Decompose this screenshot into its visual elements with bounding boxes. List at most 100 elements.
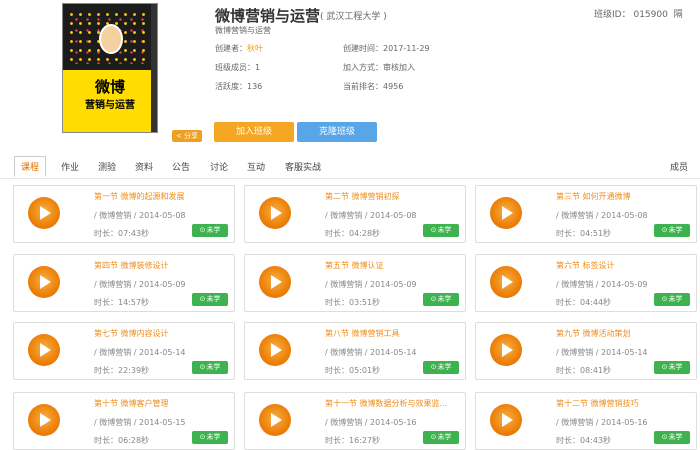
lesson-title[interactable]: 第八节 微博营销工具 [325, 328, 400, 339]
video-play-icon[interactable] [490, 334, 522, 366]
unlearned-badge[interactable]: ⊙未学 [192, 293, 228, 306]
video-play-icon[interactable] [259, 404, 291, 436]
tab-announcements[interactable]: 公告 [172, 160, 190, 173]
play-circle-icon: ⊙ [661, 363, 668, 371]
creator-link[interactable]: 秋叶 [247, 44, 263, 53]
play-circle-icon: ⊙ [199, 433, 206, 441]
lesson-card[interactable]: 第四节 微博装修设计 / 微博营销 / 2014-05-09 时长：14:57秒 ⊙未… [13, 254, 235, 312]
lesson-duration: 时长：22:39秒 [94, 366, 150, 375]
activity-level: 活跃度：136 [215, 82, 263, 91]
lesson-title[interactable]: 第四节 微博装修设计 [94, 260, 169, 271]
lesson-title[interactable]: 第三节 如何开通微博 [556, 191, 631, 202]
lesson-title[interactable]: 第二节 微博营销初探 [325, 191, 400, 202]
play-circle-icon: ⊙ [199, 363, 206, 371]
video-play-icon[interactable] [490, 197, 522, 229]
play-circle-icon: ⊙ [661, 295, 668, 303]
video-play-icon[interactable] [490, 404, 522, 436]
lesson-title[interactable]: 第十节 微博客户管理 [94, 398, 169, 409]
lesson-title[interactable]: 第九节 微博活动策划 [556, 328, 631, 339]
lesson-title[interactable]: 第十二节 微博营销技巧 [556, 398, 639, 409]
lesson-card[interactable]: 第三节 如何开通微博 / 微博营销 / 2014-05-08 时长：04:51秒 ⊙未… [475, 185, 697, 243]
lesson-category-date: / 微博营销 / 2014-05-09 [94, 280, 186, 289]
video-play-icon[interactable] [28, 404, 60, 436]
class-id: 班级ID： 015900 隔 [594, 10, 683, 20]
play-circle-icon: ⊙ [430, 226, 437, 234]
lesson-duration: 时长：16:27秒 [325, 436, 381, 445]
lesson-category-date: / 微博营销 / 2014-05-16 [325, 418, 417, 427]
play-circle-icon: ⊙ [661, 433, 668, 441]
tab-members[interactable]: 成员 [670, 160, 688, 173]
lesson-title[interactable]: 第六节 标签设计 [556, 260, 615, 271]
lesson-title[interactable]: 第十一节 微博数据分析与效果监... [325, 398, 447, 409]
unlearned-badge[interactable]: ⊙未学 [423, 293, 459, 306]
course-description: 微博营销与运营 [215, 26, 271, 35]
unlearned-badge[interactable]: ⊙未学 [423, 224, 459, 237]
created-time: 创建时间：2017-11-29 [343, 44, 430, 53]
lesson-title[interactable]: 第一节 微博的起源和发展 [94, 191, 185, 202]
lesson-card[interactable]: 第二节 微博营销初探 / 微博营销 / 2014-05-08 时长：04:28秒 ⊙未… [244, 185, 466, 243]
lesson-title[interactable]: 第五节 微博认证 [325, 260, 384, 271]
lesson-category-date: / 微博营销 / 2014-05-08 [556, 211, 648, 220]
tab-interaction[interactable]: 互动 [247, 160, 265, 173]
tab-customer-service[interactable]: 客服实战 [285, 160, 321, 173]
play-circle-icon: ⊙ [430, 433, 437, 441]
lesson-duration: 时长：04:51秒 [556, 229, 612, 238]
play-circle-icon: ⊙ [430, 363, 437, 371]
tab-homework[interactable]: 作业 [61, 160, 79, 173]
tab-quiz[interactable]: 测验 [98, 160, 116, 173]
video-play-icon[interactable] [28, 197, 60, 229]
video-play-icon[interactable] [259, 197, 291, 229]
play-circle-icon: ⊙ [430, 295, 437, 303]
lesson-card[interactable]: 第九节 微博活动策划 / 微博营销 / 2014-05-14 时长：08:41秒 ⊙未… [475, 322, 697, 380]
course-tabs: 课程 作业 测验 资料 公告 讨论 互动 客服实战 成员 [0, 153, 700, 179]
current-rank: 当前排名：4956 [343, 82, 404, 91]
class-members-count: 班级成员：1 [215, 63, 261, 72]
tab-discussion[interactable]: 讨论 [210, 160, 228, 173]
tab-materials[interactable]: 资料 [135, 160, 153, 173]
share-icon: < [175, 132, 182, 140]
course-cover-image: 微博 营销与运营 [62, 3, 158, 133]
unlearned-badge[interactable]: ⊙未学 [192, 431, 228, 444]
lesson-category-date: / 微博营销 / 2014-05-08 [325, 211, 417, 220]
cover-subtitle: 营销与运营 [85, 100, 135, 111]
join-class-button[interactable]: 加入班级 [214, 122, 294, 142]
lesson-category-date: / 微博营销 / 2014-05-09 [325, 280, 417, 289]
tab-courses[interactable]: 课程 [14, 156, 47, 177]
lesson-duration: 时长：06:28秒 [94, 436, 150, 445]
unlearned-badge[interactable]: ⊙未学 [423, 431, 459, 444]
join-mode: 加入方式：审核加入 [343, 63, 415, 72]
lesson-card[interactable]: 第一节 微博的起源和发展 / 微博营销 / 2014-05-08 时长：07:43秒… [13, 185, 235, 243]
video-play-icon[interactable] [28, 334, 60, 366]
lesson-card[interactable]: 第八节 微博营销工具 / 微博营销 / 2014-05-14 时长：05:01秒 ⊙未… [244, 322, 466, 380]
lesson-duration: 时长：04:28秒 [325, 229, 381, 238]
unlearned-badge[interactable]: ⊙未学 [192, 361, 228, 374]
course-title: 微博营销与运营 [215, 7, 321, 25]
lesson-card[interactable]: 第十二节 微博营销技巧 / 微博营销 / 2014-05-16 时长：04:43秒 ⊙… [475, 392, 697, 450]
cover-character [99, 24, 123, 54]
unlearned-badge[interactable]: ⊙未学 [654, 293, 690, 306]
lesson-duration: 时长：05:01秒 [325, 366, 381, 375]
lesson-category-date: / 微博营销 / 2014-05-14 [325, 348, 417, 357]
lesson-category-date: / 微博营销 / 2014-05-16 [556, 418, 648, 427]
video-play-icon[interactable] [259, 266, 291, 298]
unlearned-badge[interactable]: ⊙未学 [654, 224, 690, 237]
share-button[interactable]: < 分享 [172, 130, 202, 142]
school-name: ( 武汉工程大学 ) [320, 12, 387, 22]
lesson-category-date: / 微博营销 / 2014-05-08 [94, 211, 186, 220]
unlearned-badge[interactable]: ⊙未学 [423, 361, 459, 374]
lesson-card[interactable]: 第七节 微博内容设计 / 微博营销 / 2014-05-14 时长：22:39秒 ⊙未… [13, 322, 235, 380]
clone-class-button[interactable]: 克隆班级 [297, 122, 377, 142]
lesson-card[interactable]: 第十节 微博客户管理 / 微博营销 / 2014-05-15 时长：06:28秒 ⊙未… [13, 392, 235, 450]
lesson-title[interactable]: 第七节 微博内容设计 [94, 328, 169, 339]
unlearned-badge[interactable]: ⊙未学 [654, 361, 690, 374]
lesson-card[interactable]: 第六节 标签设计 / 微博营销 / 2014-05-09 时长：04:44秒 ⊙未学 [475, 254, 697, 312]
lesson-category-date: / 微博营销 / 2014-05-14 [556, 348, 648, 357]
video-play-icon[interactable] [28, 266, 60, 298]
lesson-card[interactable]: 第五节 微博认证 / 微博营销 / 2014-05-09 时长：03:51秒 ⊙未学 [244, 254, 466, 312]
lesson-card[interactable]: 第十一节 微博数据分析与效果监... / 微博营销 / 2014-05-16 时长：… [244, 392, 466, 450]
unlearned-badge[interactable]: ⊙未学 [192, 224, 228, 237]
video-play-icon[interactable] [490, 266, 522, 298]
unlearned-badge[interactable]: ⊙未学 [654, 431, 690, 444]
play-circle-icon: ⊙ [661, 226, 668, 234]
video-play-icon[interactable] [259, 334, 291, 366]
